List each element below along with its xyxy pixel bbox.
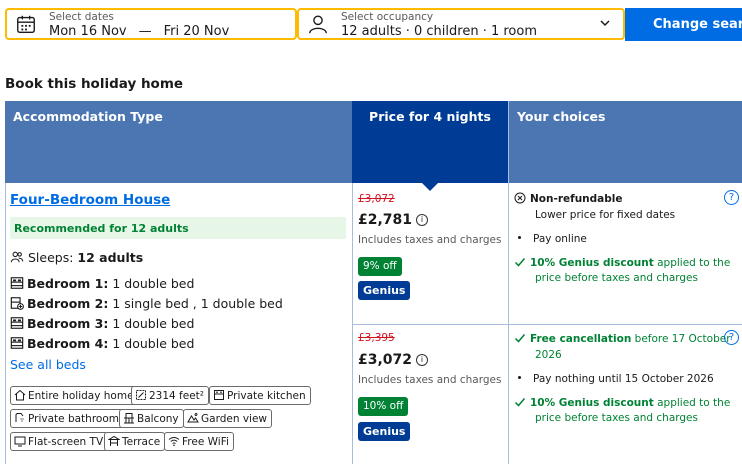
original-price: £3,072	[358, 193, 395, 205]
facility-tag: 2314 feet²	[131, 386, 210, 405]
check-icon	[514, 398, 526, 407]
non-refundable-icon	[514, 192, 526, 204]
dates-field[interactable]: Select dates Mon 16 Nov — Fri 20 Nov	[5, 8, 297, 40]
column-header-type: Accommodation Type	[5, 101, 352, 183]
bedroom-row: Bedroom 1: 1 double bed	[10, 276, 194, 291]
change-search-label: Change search	[653, 17, 742, 32]
check-out-date: Fri 20 Nov	[163, 24, 230, 39]
double-bed-icon	[10, 277, 24, 289]
info-icon[interactable]: i	[416, 354, 429, 366]
search-bar: Select dates Mon 16 Nov — Fri 20 Nov Selec…	[0, 0, 742, 48]
facility-tag: Terrace	[104, 432, 166, 451]
genius-badge: Genius	[358, 281, 411, 300]
genius-discount-info: 10% Genius discount applied to the	[514, 256, 730, 269]
check-icon	[514, 334, 526, 343]
policy-subtitle: 2026	[535, 349, 562, 361]
facility-tag: Balcony	[119, 409, 184, 428]
genius-badge: Genius	[358, 422, 411, 441]
current-price: £3,072 i	[358, 352, 429, 368]
shower-icon	[15, 413, 24, 422]
room-size-icon	[136, 390, 146, 400]
info-icon[interactable]: i	[416, 214, 429, 226]
bedroom-row: Bedroom 3: 1 double bed	[10, 316, 194, 331]
double-bed-icon	[10, 317, 24, 329]
help-icon[interactable]: ?	[724, 330, 739, 345]
discount-badge: 10% off	[358, 397, 409, 416]
occupancy-value: 12 adults · 0 children · 1 room	[341, 24, 538, 39]
wifi-icon	[168, 437, 180, 447]
genius-discount-info-cont: price before taxes and charges	[535, 272, 698, 284]
facility-tag: Flat-screen TV	[10, 432, 109, 451]
original-price: £3,395	[358, 332, 395, 344]
help-icon[interactable]: ?	[724, 190, 739, 205]
occupancy-label: Select occupancy	[341, 11, 434, 23]
payment-info: Pay online	[514, 233, 587, 245]
bedroom-row: Bedroom 4: 1 double bed	[10, 336, 194, 351]
facility-tag: Free WiFi	[164, 432, 234, 451]
house-icon	[14, 389, 26, 401]
bullet-icon	[518, 376, 521, 379]
dates-value: Mon 16 Nov — Fri 20 Nov	[49, 24, 229, 39]
tax-note: Includes taxes and charges	[358, 374, 502, 386]
tax-note: Includes taxes and charges	[358, 234, 502, 246]
terrace-icon	[107, 435, 121, 446]
section-title: Book this holiday home	[5, 76, 184, 92]
facility-tag: Private bathroom	[10, 409, 124, 428]
double-bed-icon	[10, 337, 24, 349]
chevron-down-icon	[600, 20, 610, 27]
tv-icon	[14, 436, 26, 447]
single-double-bed-icon	[10, 297, 24, 310]
table-header: Accommodation Type Price for 4 nights Yo…	[5, 101, 742, 191]
calendar-icon	[17, 15, 35, 33]
selected-column-pointer	[422, 183, 438, 191]
facility-tag: Entire holiday home	[10, 386, 139, 405]
current-price: £2,781 i	[358, 212, 429, 228]
person-icon	[309, 15, 327, 34]
bullet-icon	[518, 236, 521, 239]
genius-discount-info: 10% Genius discount applied to the	[514, 396, 730, 409]
check-icon	[514, 258, 526, 267]
mountain-view-icon	[187, 413, 199, 423]
dates-label: Select dates	[49, 11, 114, 23]
facility-tag: Private kitchen	[209, 386, 311, 405]
balcony-icon	[124, 413, 134, 424]
column-header-price: Price for 4 nights	[352, 101, 508, 191]
change-search-button[interactable]: Change search	[625, 8, 742, 41]
column-header-choices: Your choices	[508, 101, 742, 183]
date-separator: —	[138, 24, 152, 39]
policy-title: Free cancellation before 17 October	[514, 332, 731, 345]
policy-subtitle: Lower price for fixed dates	[535, 209, 676, 221]
occupancy-field[interactable]: Select occupancy 12 adults · 0 children …	[297, 8, 625, 40]
row-divider	[352, 324, 742, 325]
see-all-beds-link[interactable]: See all beds	[10, 357, 86, 372]
people-icon	[10, 251, 24, 263]
bedroom-row: Bedroom 2: 1 single bed , 1 double bed	[10, 296, 283, 311]
payment-info: Pay nothing until 15 October 2026	[514, 373, 714, 385]
discount-badge: 9% off	[358, 257, 402, 276]
check-in-date: Mon 16 Nov	[49, 24, 127, 39]
policy-title: Non-refundable	[514, 192, 623, 205]
genius-discount-info-cont: price before taxes and charges	[535, 412, 698, 424]
left-border	[5, 183, 6, 464]
sleeps-info: Sleeps: 12 adults	[10, 250, 143, 265]
room-name-link[interactable]: Four-Bedroom House	[10, 192, 170, 208]
kitchen-icon	[214, 390, 224, 400]
facility-tag: Garden view	[183, 409, 272, 428]
recommended-badge: Recommended for 12 adults	[10, 217, 346, 239]
